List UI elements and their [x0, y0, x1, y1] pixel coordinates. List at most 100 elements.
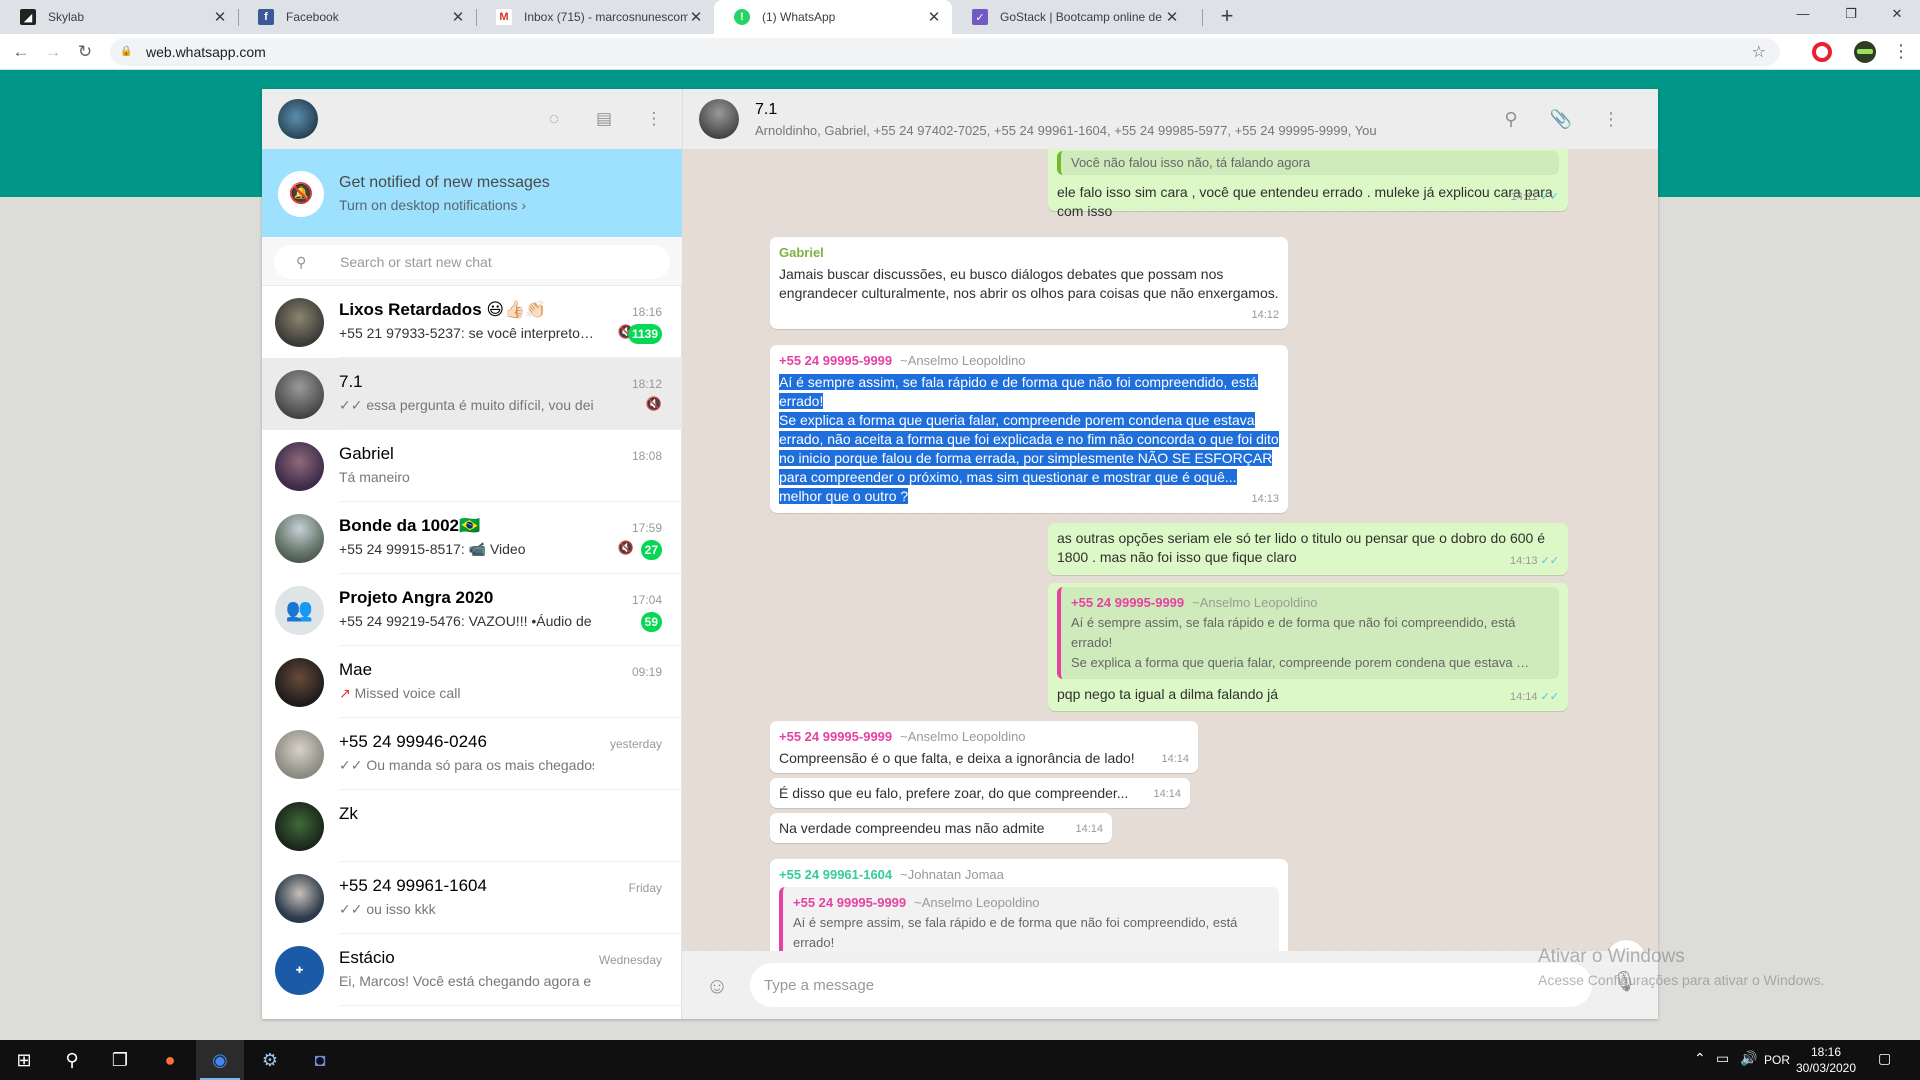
browser-menu-icon[interactable]: ⋮ — [1892, 42, 1910, 62]
browser-tab-whatsapp[interactable]: ! (1) WhatsApp ✕ — [714, 0, 952, 34]
chat-time: yesterday — [609, 737, 662, 751]
browser-tab-facebook[interactable]: f Facebook ✕ — [238, 0, 476, 34]
close-tab-icon[interactable]: ✕ — [212, 8, 228, 26]
message-text: Aí é sempre assim, se fala rápido e de f… — [779, 374, 1279, 504]
message-text: as outras opções seriam ele só ter lido … — [1057, 530, 1545, 565]
chat-item[interactable]: Mae 09:19 ↗ Missed voice call — [262, 646, 682, 718]
browser-tabbar: ◢ Skylab ✕ f Facebook ✕ M Inbox (715) - … — [0, 0, 1920, 34]
message-bubble[interactable]: Você não falou isso não, tá falando agor… — [1048, 149, 1568, 219]
attach-icon[interactable]: 📎 — [1549, 107, 1573, 131]
bookmark-star-icon[interactable]: ☆ — [1752, 42, 1766, 62]
opera-extension-icon[interactable] — [1812, 42, 1832, 62]
message-text: pqp nego ta igual a dilma falando já — [1057, 686, 1279, 702]
lock-icon: 🔒 — [120, 46, 133, 57]
chat-time: Friday — [628, 881, 662, 895]
quoted-message[interactable]: +55 24 99995-9999 ~Anselmo Leopoldino Aí … — [779, 887, 1279, 951]
maximize-icon[interactable]: ❐ — [1828, 0, 1874, 30]
conversation-header[interactable]: 7.1 Arnoldinho, Gabriel, +55 24 97402-70… — [682, 89, 1658, 149]
whatsapp-app: ◌ ▤ ⋮ 🔕 Get notified of new messages Tur… — [262, 89, 1658, 1019]
volume-icon[interactable]: 🔊 — [1740, 1050, 1757, 1067]
notifications-icon[interactable]: ▢ — [1878, 1050, 1891, 1067]
chat-item[interactable]: Bonde da 1002🇧🇷 17:59 +55 24 99915-8517:… — [262, 502, 682, 574]
search-icon[interactable]: ⚲ — [1499, 107, 1523, 131]
message-bubble[interactable]: as outras opções seriam ele só ter lido … — [1048, 523, 1568, 575]
close-tab-icon[interactable]: ✕ — [450, 8, 466, 26]
new-tab-icon[interactable]: + — [1214, 4, 1240, 30]
notification-link[interactable]: Turn on desktop notifications › — [339, 197, 526, 213]
chat-time: 17:59 — [631, 521, 662, 535]
chat-item[interactable]: Lixos Retardados 😃👍🏻👏🏻 18:16 +55 21 9793… — [262, 286, 682, 358]
status-icon[interactable]: ◌ — [542, 107, 566, 131]
menu-icon[interactable]: ⋮ — [1599, 107, 1623, 131]
message-sender: +55 24 99995-9999 ~Anselmo Leopoldino — [779, 353, 1026, 368]
network-icon[interactable]: ▭ — [1716, 1050, 1729, 1067]
url-text: web.whatsapp.com — [146, 44, 266, 60]
chat-item[interactable]: +55 24 99961-1604 Friday ✓✓ ou isso kkk — [262, 862, 682, 934]
message-bubble[interactable]: Na verdade compreendeu mas não admite 14… — [770, 813, 1112, 843]
message-bubble[interactable]: Gabriel Jamais buscar discussões, eu bus… — [770, 237, 1288, 329]
browser-tab-skylab[interactable]: ◢ Skylab ✕ — [0, 0, 238, 34]
back-icon[interactable]: ← — [8, 40, 34, 64]
chat-time: 18:12 — [631, 377, 662, 391]
avatar — [275, 513, 324, 563]
message-time: 14:13 — [1251, 493, 1279, 505]
message-time: 14:14 — [1153, 788, 1181, 800]
new-chat-icon[interactable]: ▤ — [592, 107, 616, 131]
chat-item[interactable]: 👥 Projeto Angra 2020 17:04 +55 24 99219-… — [262, 574, 682, 646]
search-input[interactable]: ⚲ Search or start new chat — [274, 245, 670, 279]
clock-date: 30/03/2020 — [1795, 1061, 1857, 1075]
close-tab-icon[interactable]: ✕ — [1164, 8, 1180, 26]
message-time: 14:12 — [1251, 309, 1279, 321]
url-field[interactable]: 🔒 web.whatsapp.com ☆ — [110, 38, 1780, 66]
message-bubble[interactable]: +55 24 99995-9999 ~Anselmo Leopoldino Com… — [770, 721, 1198, 773]
chat-item[interactable]: ✚ Estácio Wednesday Ei, Marcos! Você est… — [262, 934, 682, 1006]
browser-tab-gmail[interactable]: M Inbox (715) - marcosnunescomer ✕ — [476, 0, 714, 34]
chat-name: Projeto Angra 2020 — [339, 588, 494, 607]
chat-item[interactable]: +55 24 99946-0246 yesterday ✓✓ Ou manda … — [262, 718, 682, 790]
facebook-favicon-icon: f — [258, 9, 274, 25]
close-window-icon[interactable]: ✕ — [1874, 0, 1920, 30]
message-bubble[interactable]: É disso que eu falo, prefere zoar, do qu… — [770, 778, 1190, 808]
task-view-icon[interactable]: ❐ — [96, 1040, 144, 1080]
minimize-icon[interactable]: — — [1780, 0, 1826, 30]
my-avatar[interactable] — [278, 99, 318, 139]
clock[interactable]: 18:16 30/03/2020 — [1786, 1044, 1866, 1076]
forward-icon[interactable]: → — [40, 40, 66, 64]
notification-banner[interactable]: 🔕 Get notified of new messages Turn on d… — [262, 149, 682, 237]
tab-title: Skylab — [48, 10, 85, 24]
chat-name: +55 24 99961-1604 — [339, 876, 487, 895]
chat-item[interactable]: Gabriel 18:08 Tá maneiro — [262, 430, 682, 502]
close-tab-icon[interactable]: ✕ — [926, 8, 942, 26]
chat-time: Wednesday — [598, 953, 662, 967]
quoted-message[interactable]: +55 24 99995-9999 ~Anselmo Leopoldino Aí … — [1057, 587, 1559, 679]
discord-icon[interactable]: ◘ — [296, 1040, 344, 1080]
browser-tab-gostack[interactable]: ✓ GoStack | Bootcamp online de N ✕ — [952, 0, 1190, 34]
message-text: É disso que eu falo, prefere zoar, do qu… — [779, 785, 1129, 801]
chat-item[interactable]: Zk — [262, 790, 682, 862]
tray-arrow-icon[interactable]: ⌃ — [1694, 1050, 1706, 1067]
chat-item[interactable]: 7.1 18:12 ✓✓ essa pergunta é muito difíc… — [262, 358, 682, 430]
menu-icon[interactable]: ⋮ — [642, 107, 666, 131]
chat-name: Zk — [339, 804, 358, 823]
close-tab-icon[interactable]: ✕ — [688, 8, 704, 26]
reload-icon[interactable]: ↻ — [72, 40, 98, 64]
message-bubble[interactable]: +55 24 99961-1604 ~Johnatan Jomaa +55 24 … — [770, 859, 1288, 951]
emoji-icon[interactable]: ☺ — [704, 973, 730, 999]
clock-time: 18:16 — [1810, 1045, 1842, 1059]
search-icon[interactable]: ⚲ — [48, 1040, 96, 1080]
chrome-icon[interactable]: ◉ — [196, 1040, 244, 1080]
profile-avatar-icon[interactable] — [1854, 41, 1876, 63]
quoted-message[interactable]: Você não falou isso não, tá falando agor… — [1057, 151, 1559, 175]
message-bubble[interactable]: +55 24 99995-9999 ~Anselmo Leopoldino Aí … — [1048, 583, 1568, 711]
taskbar: ⊞ ⚲ ❐ ● ◉ ⚙ ◘ ⌃ ▭ 🔊 POR 18:16 30/03/2020… — [0, 1040, 1920, 1080]
muted-icon: 🔇 — [645, 396, 662, 411]
avatar — [275, 873, 324, 923]
sidebar: ◌ ▤ ⋮ 🔕 Get notified of new messages Tur… — [262, 89, 682, 1019]
page-background: ◌ ▤ ⋮ 🔕 Get notified of new messages Tur… — [0, 70, 1920, 1040]
firefox-icon[interactable]: ● — [146, 1040, 194, 1080]
message-input[interactable]: Type a message — [750, 963, 1592, 1007]
windows-start-icon[interactable]: ⊞ — [0, 1040, 48, 1080]
steam-icon[interactable]: ⚙ — [246, 1040, 294, 1080]
message-bubble[interactable]: +55 24 99995-9999 ~Anselmo Leopoldino Aí … — [770, 345, 1288, 513]
group-avatar[interactable] — [699, 99, 739, 139]
